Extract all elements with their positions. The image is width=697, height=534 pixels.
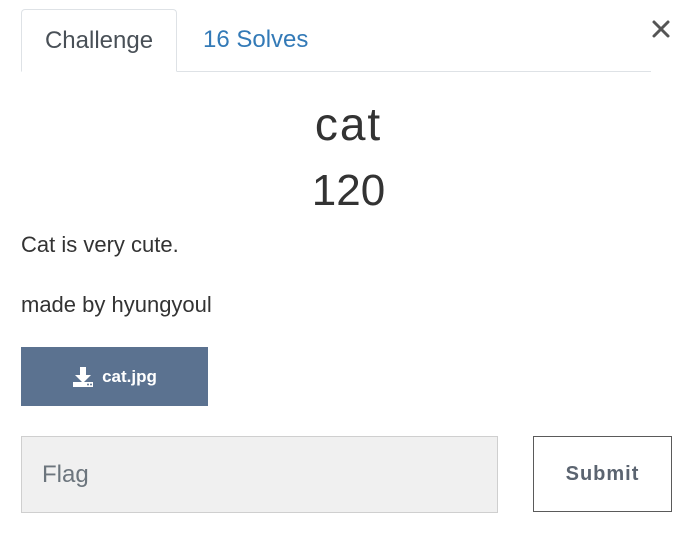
download-icon xyxy=(73,366,94,387)
close-button[interactable] xyxy=(648,14,674,44)
file-name: cat.jpg xyxy=(102,366,157,386)
challenge-author: made by hyungyoul xyxy=(21,292,212,317)
close-icon xyxy=(652,20,670,38)
challenge-value: 120 xyxy=(311,166,386,215)
file-download-button[interactable]: cat.jpg xyxy=(21,347,208,406)
tab-challenge[interactable]: Challenge xyxy=(21,9,177,72)
challenge-name: cat xyxy=(314,98,383,150)
challenge-tabs: Challenge 16 Solves xyxy=(21,9,651,72)
tab-solves[interactable]: 16 Solves xyxy=(203,9,308,71)
submit-button[interactable]: Submit xyxy=(533,436,672,512)
flag-input[interactable] xyxy=(21,436,498,513)
challenge-description: Cat is very cute. xyxy=(21,232,179,257)
